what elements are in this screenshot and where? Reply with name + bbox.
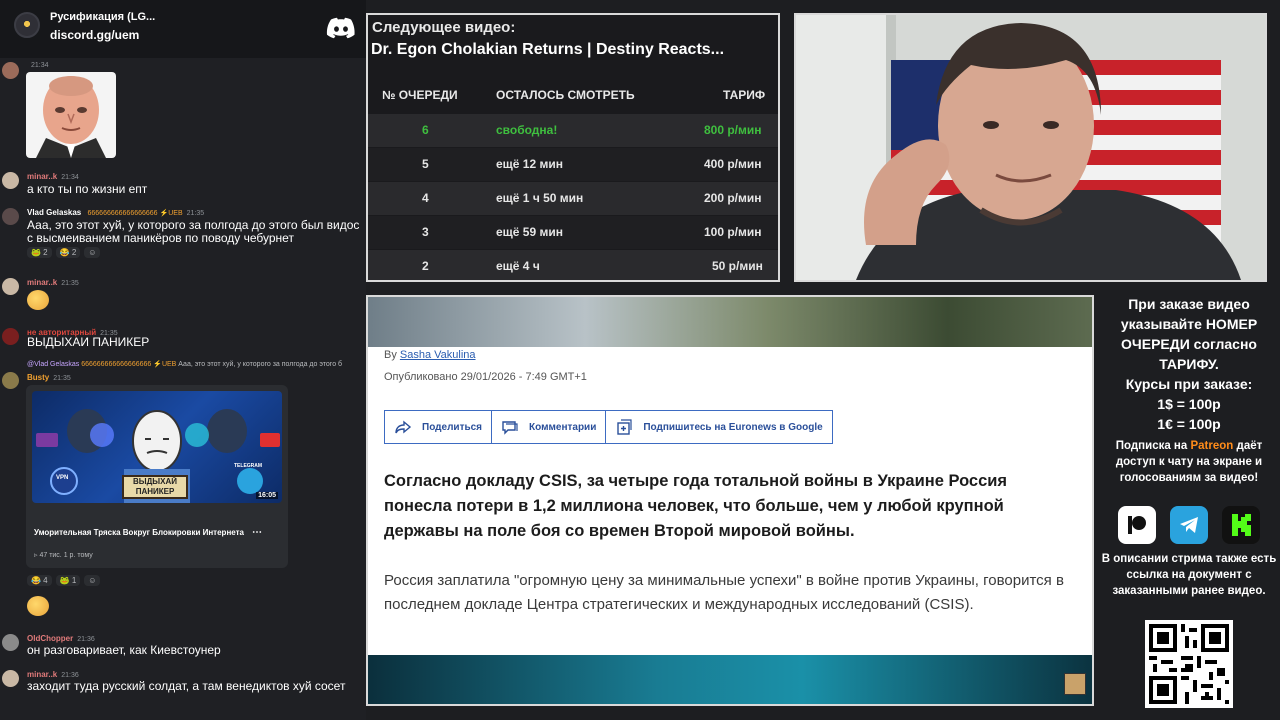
article-top-image [368, 297, 1092, 347]
video-queue-panel: Следующее видео: Dr. Egon Cholakian Retu… [366, 13, 780, 282]
stream-layout: Русификация (LG... discord.gg/uem 21:34 [0, 0, 1280, 720]
exchange-rates: Курсы при заказе: 1$ = 100р 1€ = 100р [1125, 376, 1253, 432]
queue-row: 4 ещё 1 ч 50 мин 200 р/мин [368, 182, 778, 215]
reaction[interactable]: 🐸 1 [55, 575, 81, 586]
reaction[interactable]: 😂 2 [55, 247, 81, 258]
discord-chat: Русификация (LG... discord.gg/uem 21:34 [0, 0, 366, 720]
queue-header-rate: ТАРИФ [723, 88, 766, 102]
video-embed[interactable]: VPN TELEGRAM ВЫДЫХАЙ ПАНИКЕР 16:05 Умори… [26, 385, 288, 568]
username: 21:34 [27, 60, 49, 69]
streamer-avatar-icon [1064, 673, 1086, 695]
kick-icon[interactable] [1222, 506, 1260, 544]
avatar [2, 172, 19, 189]
message-text: а кто ты по жизни епт [27, 182, 148, 196]
avatar [2, 372, 19, 389]
reaction[interactable]: ☺ [84, 575, 101, 586]
reaction[interactable]: 😂 4 [27, 575, 52, 586]
discord-icon [326, 17, 355, 39]
next-video-label: Следующее видео: [372, 19, 516, 36]
telegram-icon[interactable] [1170, 506, 1208, 544]
queue-row: 2 ещё 4 ч 50 р/мин [368, 250, 778, 280]
server-name: Русификация (LG... [50, 11, 156, 23]
comment-icon [502, 421, 518, 435]
queue-row: 3 ещё 59 мин 100 р/мин [368, 216, 778, 249]
patreon-link[interactable]: Patreon [1190, 440, 1233, 452]
qr-code[interactable] [1145, 620, 1233, 708]
reply-preview[interactable]: @Vlad Gelaskas 666666666666666666 ⚡UEB А… [27, 360, 365, 368]
order-instructions: При заказе видео указывайте НОМЕР ОЧЕРЕД… [1120, 296, 1258, 372]
next-video-title: Dr. Egon Cholakian Returns | Destiny Rea… [371, 41, 725, 58]
emoji-sticker [27, 290, 49, 310]
avatar [2, 208, 19, 225]
server-invite[interactable]: discord.gg/uem [50, 28, 139, 42]
video-sign: ВЫДЫХАЙ ПАНИКЕР [122, 475, 188, 499]
video-title[interactable]: Уморительная Тряска Вокруг Блокировки Ин… [34, 527, 254, 538]
reactions: 😂 4 🐸 1 ☺ [27, 575, 101, 586]
article-byline: By Sasha Vakulina [384, 349, 476, 361]
emoji-sticker [27, 596, 49, 616]
article-body: Россия заплатила "огромную цену за миним… [384, 572, 1064, 613]
video-duration: 16:05 [256, 492, 278, 499]
username: minar..k 21:35 [27, 278, 79, 287]
queue-header-remaining: ОСТАЛОСЬ СМОТРЕТЬ [496, 88, 635, 102]
message-text: он разговаривает, как Киевстоунер [27, 643, 221, 657]
sticker-image[interactable] [26, 72, 116, 158]
message-time: 21:34 [31, 62, 49, 69]
comments-button[interactable]: Комментарии [492, 411, 607, 443]
username: Busty 21:35 [27, 373, 71, 382]
social-links [1118, 506, 1268, 544]
avatar [2, 278, 19, 295]
avatar [2, 62, 19, 79]
reaction[interactable]: ☺ [84, 247, 101, 258]
avatar [2, 670, 19, 687]
vpn-label: VPN [56, 475, 69, 481]
queue-row: 6 свободна! 800 р/мин [368, 114, 778, 147]
article-actions: Поделиться Комментарии Подпишитесь на Eu… [384, 410, 833, 444]
stream-info: При заказе видео указывайте НОМЕР ОЧЕРЕД… [1098, 292, 1280, 720]
follow-google-button[interactable]: Подпишитесь на Euronews в Google [606, 411, 831, 443]
reactions: 🐸 2 😂 2 ☺ [27, 247, 101, 258]
queue-row: 5 ещё 12 мин 400 р/мин [368, 148, 778, 181]
more-icon[interactable]: ⋯ [252, 527, 262, 538]
stream-description-note: В описании стрима также есть ссылка на д… [1101, 553, 1277, 597]
webcam-scene [796, 15, 1265, 280]
author-link[interactable]: Sasha Vakulina [400, 349, 476, 361]
share-button[interactable]: Поделиться [385, 411, 493, 443]
username: OldChopper 21:36 [27, 634, 95, 643]
message-text: заходит туда русский солдат, а там венед… [27, 679, 346, 693]
avatar [2, 634, 19, 651]
server-icon [14, 12, 40, 38]
message-text: ВЫДЫХАИ ПАНИКЕР [27, 335, 150, 349]
patreon-icon[interactable] [1118, 506, 1156, 544]
message-text: Ааа, это этот хуй, у которого за полгода… [27, 218, 360, 245]
add-source-icon [617, 419, 632, 435]
article-bottom-image [368, 655, 1092, 704]
video-thumbnail[interactable]: VPN TELEGRAM ВЫДЫХАЙ ПАНИКЕР 16:05 [32, 391, 282, 503]
avatar [2, 328, 19, 345]
webcam-feed [794, 13, 1267, 282]
reaction[interactable]: 🐸 2 [27, 247, 52, 258]
news-article: By Sasha Vakulina Опубликовано 29/01/202… [366, 295, 1094, 706]
subscription-info: Подписка на Patreon даёт доступ к чату н… [1115, 440, 1263, 484]
chat-header: Русификация (LG... discord.gg/uem [0, 0, 366, 58]
username: minar..k 21:34 [27, 172, 79, 181]
telegram-label: TELEGRAM [234, 463, 263, 469]
queue-header-number: № ОЧЕРЕДИ [382, 88, 458, 102]
username: Vlad Gelaskas 666666666666666666 ⚡UEB 21:… [27, 208, 205, 217]
article-date: Опубликовано 29/01/2026 - 7:49 GMT+1 [384, 371, 587, 383]
article-lead: Согласно докладу CSIS, за четыре года то… [384, 472, 1008, 540]
share-icon [395, 420, 412, 434]
username: minar..k 21:36 [27, 670, 79, 679]
video-stats: ▹ 47 тис. 1 р. тому [34, 552, 93, 559]
